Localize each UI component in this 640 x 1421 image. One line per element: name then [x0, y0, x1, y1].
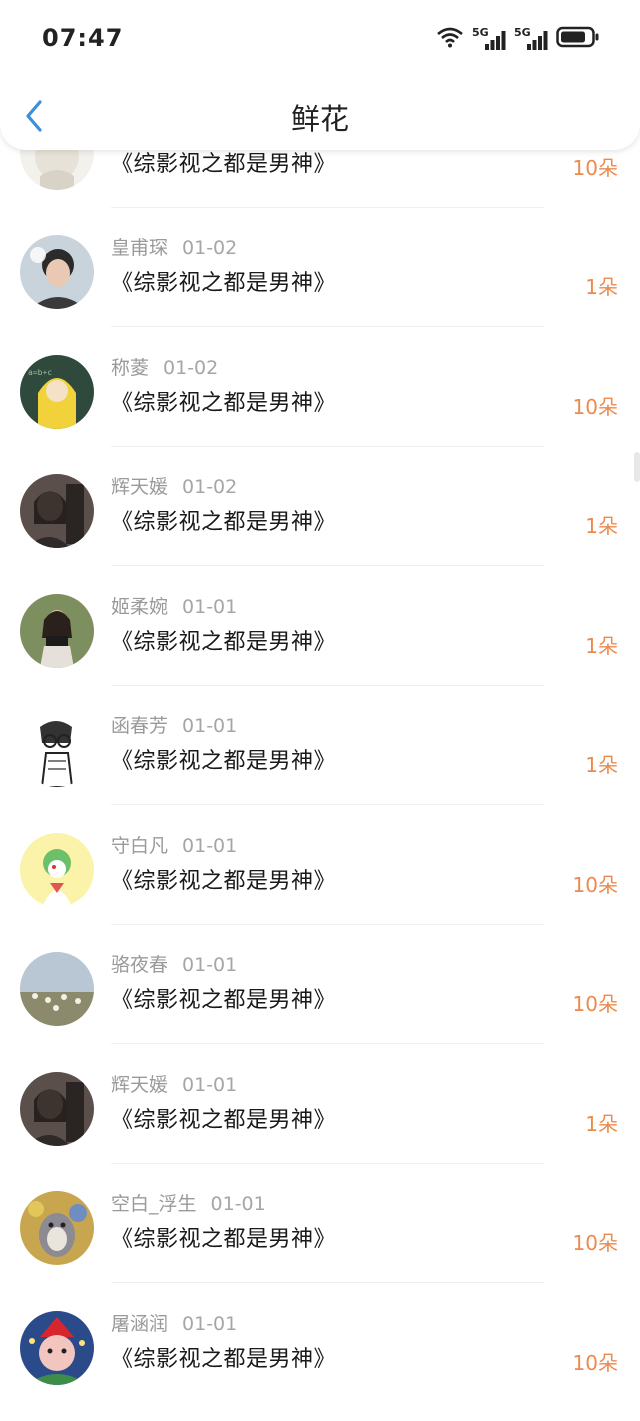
- avatar[interactable]: a=b+c: [20, 355, 94, 429]
- date: 01-02: [182, 237, 238, 259]
- avatar[interactable]: [20, 952, 94, 1026]
- flower-count: 10朵: [572, 1231, 618, 1255]
- user-name: 空白_浮生: [111, 1193, 197, 1215]
- book-title: 《综影视之都是男神》: [111, 152, 337, 177]
- user-meta: 称菱 01-02: [111, 353, 218, 380]
- flower-count: 10朵: [572, 156, 618, 180]
- user-name: 屠涵润: [111, 1313, 169, 1335]
- avatar[interactable]: [20, 1191, 94, 1265]
- flower-count: 1朵: [585, 514, 618, 538]
- date: 01-01: [182, 596, 238, 618]
- user-meta: 空白_浮生 01-01: [111, 1189, 266, 1216]
- avatar[interactable]: [20, 474, 94, 548]
- list-item[interactable]: 辉天媛 01-02 《综影视之都是男神》 1朵: [0, 446, 640, 566]
- list-item[interactable]: 皇甫琛 01-02 《综影视之都是男神》 1朵: [0, 207, 640, 327]
- avatar[interactable]: [20, 235, 94, 309]
- list-item[interactable]: 守白凡 01-01 《综影视之都是男神》 10朵: [0, 805, 640, 925]
- signal-5g-icon: 5G: [472, 26, 506, 51]
- date: 01-01: [182, 954, 238, 976]
- page-title: 鲜花: [290, 102, 349, 136]
- signal-5g-icon: 5G: [514, 26, 548, 51]
- battery-icon: [556, 26, 600, 52]
- user-meta: 辉天媛 01-01: [111, 1070, 237, 1097]
- flower-count: 10朵: [572, 873, 618, 897]
- user-name: 姬柔婉: [111, 596, 169, 618]
- user-meta: 皇甫琛 01-02: [111, 233, 237, 260]
- wifi-icon: [436, 26, 464, 52]
- book-title: 《综影视之都是男神》: [111, 988, 337, 1013]
- flower-count: 10朵: [572, 992, 618, 1016]
- user-name: 辉天媛: [111, 476, 169, 498]
- date: 01-01: [210, 1193, 266, 1215]
- book-title: 《综影视之都是男神》: [111, 749, 337, 774]
- flower-count: 1朵: [585, 1112, 618, 1136]
- list-item[interactable]: 骆夜春 01-01 《综影视之都是男神》 10朵: [0, 924, 640, 1044]
- list-item[interactable]: 辉天媛 01-01 《综影视之都是男神》 1朵: [0, 1044, 640, 1164]
- list-item[interactable]: 姬柔婉 01-01 《综影视之都是男神》 1朵: [0, 566, 640, 686]
- list-item[interactable]: 屠涵润 01-01 《综影视之都是男神》 10朵: [0, 1283, 640, 1403]
- user-meta: 守白凡 01-01: [111, 831, 237, 858]
- book-title: 《综影视之都是男神》: [111, 1227, 337, 1252]
- date: 01-01: [182, 1313, 238, 1335]
- book-title: 《综影视之都是男神》: [111, 1108, 337, 1133]
- book-title: 《综影视之都是男神》: [111, 391, 337, 416]
- flower-count: 10朵: [572, 1351, 618, 1375]
- flower-count: 1朵: [585, 275, 618, 299]
- date: 01-01: [182, 715, 238, 737]
- flower-count: 1朵: [585, 753, 618, 777]
- avatar[interactable]: [20, 594, 94, 668]
- date: 01-02: [182, 476, 238, 498]
- user-name: 称菱: [111, 357, 150, 379]
- avatar[interactable]: [20, 1311, 94, 1385]
- book-title: 《综影视之都是男神》: [111, 271, 337, 296]
- svg-text:a=b+c: a=b+c: [28, 368, 52, 377]
- avatar[interactable]: [20, 833, 94, 907]
- user-name: 函春芳: [111, 715, 169, 737]
- book-title: 《综影视之都是男神》: [111, 630, 337, 655]
- book-title: 《综影视之都是男神》: [111, 869, 337, 894]
- flower-list[interactable]: 《综影视之都是男神》 10朵 皇甫琛 01-02 《综影视之都是男神》 1朵 a=…: [0, 0, 640, 1421]
- user-name: 守白凡: [111, 835, 169, 857]
- user-meta: 姬柔婉 01-01: [111, 592, 237, 619]
- date: 01-01: [182, 1074, 238, 1096]
- date: 01-01: [182, 835, 238, 857]
- book-title: 《综影视之都是男神》: [111, 1347, 337, 1372]
- avatar[interactable]: [20, 713, 94, 787]
- list-item[interactable]: 空白_浮生 01-01 《综影视之都是男神》 10朵: [0, 1163, 640, 1283]
- user-meta: 辉天媛 01-02: [111, 472, 237, 499]
- user-name: 皇甫琛: [111, 237, 169, 259]
- list-item[interactable]: 函春芳 01-01 《综影视之都是男神》 1朵: [0, 685, 640, 805]
- user-meta: 屠涵润 01-01: [111, 1309, 237, 1336]
- top-header: 07:47 5G 5G 鲜花: [0, 0, 640, 150]
- status-icons: 5G 5G: [436, 24, 600, 54]
- list-item[interactable]: a=b+c 称菱 01-02 《综影视之都是男神》 10朵: [0, 327, 640, 447]
- date: 01-02: [163, 357, 219, 379]
- status-time: 07:47: [42, 24, 124, 52]
- book-title: 《综影视之都是男神》: [111, 510, 337, 535]
- flower-count: 1朵: [585, 634, 618, 658]
- avatar[interactable]: [20, 1072, 94, 1146]
- user-meta: 函春芳 01-01: [111, 711, 237, 738]
- flower-count: 10朵: [572, 395, 618, 419]
- user-meta: 骆夜春 01-01: [111, 950, 237, 977]
- user-name: 骆夜春: [111, 954, 169, 976]
- user-name: 辉天媛: [111, 1074, 169, 1096]
- scrollbar-thumb[interactable]: [634, 452, 640, 482]
